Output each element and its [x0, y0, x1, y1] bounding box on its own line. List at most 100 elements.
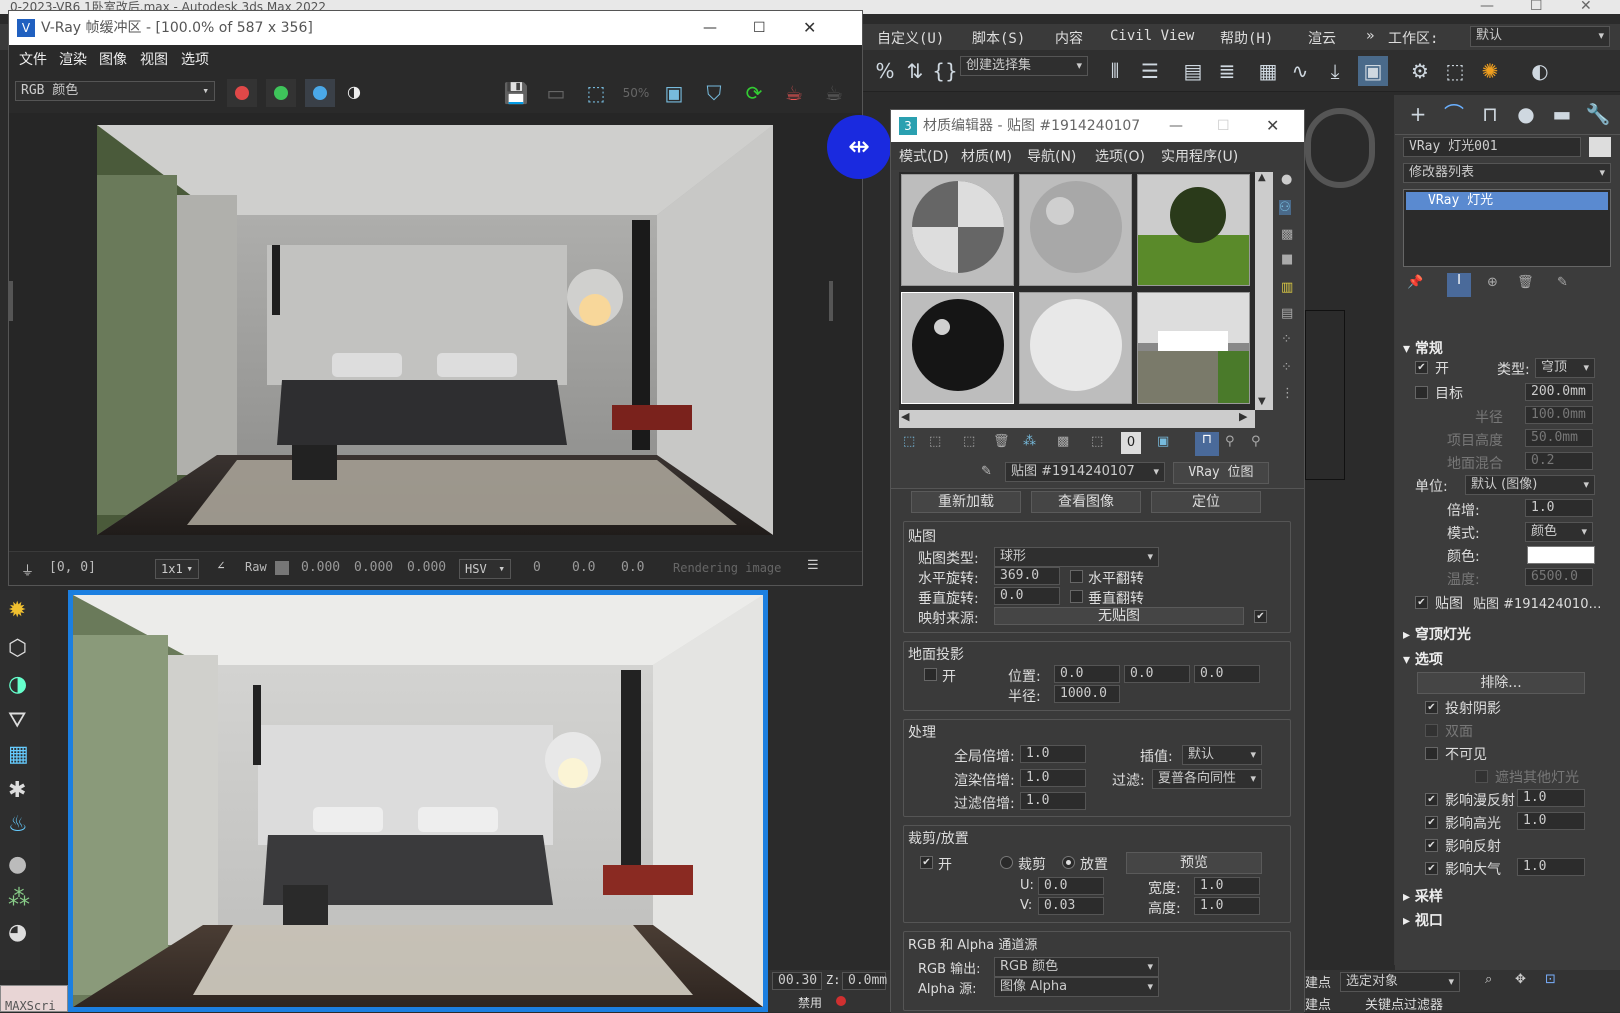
mode-dropdown[interactable]: 颜色: [1525, 522, 1593, 542]
select-by-material-icon[interactable]: ⁘: [1281, 360, 1292, 375]
load-image-icon[interactable]: ▭: [541, 78, 571, 108]
ground-pos-y-spinner[interactable]: 0.0: [1124, 665, 1190, 683]
mtl-menu-mode[interactable]: 模式(D): [899, 146, 949, 166]
light-color-swatch[interactable]: [1527, 546, 1595, 564]
selection-set-dropdown[interactable]: 创建选择集: [960, 56, 1088, 76]
box-icon[interactable]: ⬡: [8, 636, 27, 661]
v-flip-checkbox[interactable]: [1070, 590, 1083, 603]
mapping-type-dropdown[interactable]: 球形: [994, 547, 1159, 567]
motion-tab-icon[interactable]: ●: [1511, 99, 1541, 129]
alpha-source-dropdown[interactable]: 图像 Alpha: [994, 977, 1159, 997]
vfb-channel-dropdown[interactable]: RGB 颜色: [15, 81, 215, 101]
dome-light-rollout[interactable]: ▸ 穹顶灯光: [1403, 624, 1471, 644]
reload-button[interactable]: 重新加载: [911, 491, 1021, 513]
layer-icon[interactable]: ≣: [1212, 56, 1242, 86]
go-forward-sibling-icon[interactable]: ⚲: [1251, 434, 1261, 449]
get-material-icon[interactable]: ⬚: [903, 434, 915, 449]
viewport-rollout[interactable]: ▸ 视口: [1403, 910, 1443, 930]
sample-slot-5[interactable]: [1019, 292, 1132, 404]
vfb-side-handle[interactable]: [829, 281, 833, 321]
perspective-viewport[interactable]: [68, 590, 768, 1012]
affect-atmospherics-checkbox[interactable]: ✔: [1425, 862, 1438, 875]
target-spinner[interactable]: 200.0mm: [1525, 383, 1593, 401]
region-render-icon[interactable]: ⬚: [581, 78, 611, 108]
target-checkbox[interactable]: [1415, 386, 1428, 399]
green-channel-button[interactable]: [266, 79, 296, 107]
palette-icon[interactable]: ⁂: [8, 886, 30, 911]
mapping-source-button[interactable]: 无贴图: [994, 607, 1244, 625]
slots-vscrollbar[interactable]: ▲ ▼: [1255, 172, 1273, 410]
material-ball-icon[interactable]: ●: [8, 852, 27, 877]
uv-tiling-icon[interactable]: ■: [1281, 252, 1293, 267]
ground-on-checkbox[interactable]: [924, 668, 937, 681]
crop-radio[interactable]: [1000, 856, 1013, 869]
mtl-close-icon[interactable]: ✕: [1266, 110, 1279, 142]
percent-snap-icon[interactable]: %: [870, 56, 900, 86]
affect-specular-spinner[interactable]: 1.0: [1517, 812, 1585, 830]
maxscript-listener[interactable]: MAXScri: [0, 985, 68, 1013]
vray-icon[interactable]: ◐: [1525, 56, 1555, 86]
sample-slot-3[interactable]: [1137, 174, 1250, 286]
grid-icon[interactable]: ▦: [8, 742, 29, 767]
ground-radius-spinner[interactable]: 1000.0: [1054, 685, 1120, 703]
make-preview-icon[interactable]: ▤: [1281, 306, 1293, 321]
utilities-tab-icon[interactable]: 🔧: [1583, 99, 1613, 129]
maximize-icon[interactable]: ☐: [1530, 0, 1543, 14]
render-icon[interactable]: ✺: [1475, 56, 1505, 86]
scroll-up-icon[interactable]: ▲: [1258, 172, 1266, 183]
assign-material-icon[interactable]: ⬚: [963, 434, 975, 449]
render-teapot-icon[interactable]: ☕: [779, 78, 809, 108]
map-type-button[interactable]: VRay 位图: [1173, 462, 1269, 484]
interpolation-dropdown[interactable]: 默认: [1182, 745, 1262, 765]
crop-on-checkbox[interactable]: ✔: [920, 856, 933, 869]
multiplier-spinner[interactable]: 1.0: [1525, 499, 1593, 517]
fire-icon[interactable]: ♨: [8, 812, 28, 837]
mapping-source-checkbox[interactable]: ✔: [1254, 610, 1267, 623]
double-sided-checkbox[interactable]: [1425, 724, 1438, 737]
vfb-maximize-icon[interactable]: ☐: [753, 11, 766, 45]
close-icon[interactable]: ✕: [1580, 0, 1592, 14]
ground-blend-spinner[interactable]: 0.2: [1525, 452, 1593, 470]
map-name-field[interactable]: 贴图 #1914240107: [1005, 462, 1165, 482]
backlight-icon[interactable]: ⚇: [1279, 200, 1291, 215]
general-rollout[interactable]: ▾ 常规: [1403, 338, 1443, 358]
blue-channel-button[interactable]: [305, 79, 335, 107]
make-unique-icon[interactable]: ⊕: [1487, 275, 1498, 290]
occlude-checkbox[interactable]: [1475, 770, 1488, 783]
h-rotation-spinner[interactable]: 369.0: [994, 567, 1060, 585]
type-dropdown[interactable]: 穹顶: [1535, 358, 1595, 378]
locate-button[interactable]: 定位: [1151, 491, 1261, 513]
workspace-dropdown[interactable]: 默认: [1470, 26, 1610, 47]
sample-slot-2[interactable]: [1019, 174, 1132, 286]
align-icon[interactable]: ☰: [1135, 56, 1165, 86]
color-mode-dropdown[interactable]: HSV: [459, 559, 511, 579]
object-name-field[interactable]: VRay 灯光001: [1403, 137, 1581, 157]
object-color-swatch[interactable]: [1589, 137, 1611, 157]
rgb-output-dropdown[interactable]: RGB 颜色: [994, 957, 1159, 977]
minimize-icon[interactable]: —: [1480, 0, 1494, 14]
create-tab-icon[interactable]: +: [1403, 99, 1433, 129]
show-map-icon[interactable]: ▣: [1157, 434, 1169, 449]
mirror-icon[interactable]: ⫴: [1100, 56, 1130, 86]
color-corrections-icon[interactable]: ∠: [217, 559, 225, 574]
affect-diffuse-spinner[interactable]: 1.0: [1517, 789, 1585, 807]
sphere-icon[interactable]: ◑: [8, 672, 27, 697]
u-spinner[interactable]: 0.0: [1038, 877, 1104, 895]
sample-type-icon[interactable]: ●: [1281, 172, 1292, 187]
options-rollout[interactable]: ▾ 选项: [1403, 649, 1443, 669]
modifier-list-dropdown[interactable]: 修改器列表: [1403, 163, 1611, 183]
alpha-channel-icon[interactable]: ◑: [347, 82, 361, 101]
menu-civil-view[interactable]: Civil View: [1110, 28, 1194, 44]
vfb-render-image[interactable]: [97, 125, 773, 535]
affect-atmospherics-spinner[interactable]: 1.0: [1517, 858, 1585, 876]
stack-item-vray-light[interactable]: VRay 灯光: [1406, 192, 1608, 210]
render-mult-spinner[interactable]: 1.0: [1020, 769, 1086, 787]
global-mult-spinner[interactable]: 1.0: [1020, 745, 1086, 763]
pin-stack-icon[interactable]: 📌: [1407, 275, 1423, 290]
stop-render-icon[interactable]: ☕: [819, 78, 849, 108]
vfb-menu-render[interactable]: 渲染: [59, 49, 87, 69]
sample-slot-1[interactable]: [901, 174, 1014, 286]
save-image-icon[interactable]: 💾: [501, 78, 531, 108]
configure-sets-icon[interactable]: ✎: [1557, 275, 1568, 290]
zoom-extents-icon[interactable]: ⊡: [1545, 972, 1556, 987]
